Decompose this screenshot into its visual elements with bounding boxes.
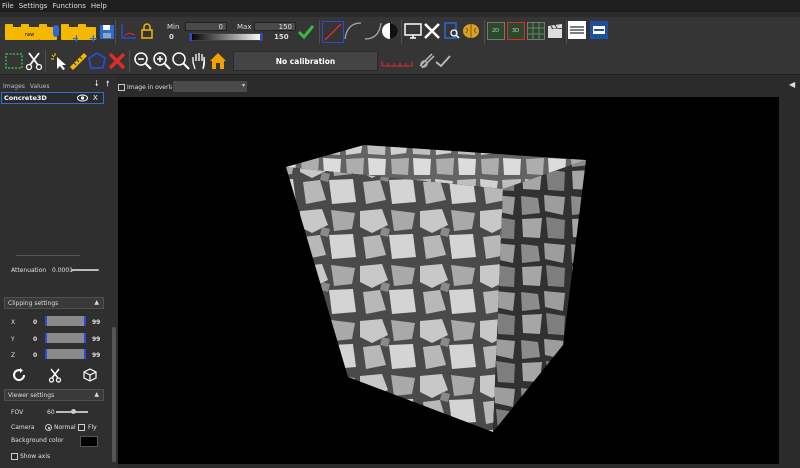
clapperboard-icon[interactable]	[545, 21, 567, 43]
add-folder-alt-icon[interactable]: +	[76, 21, 98, 44]
fov-label: FOV	[11, 409, 24, 416]
camera-normal-label: Normal	[54, 424, 76, 431]
range-low: 0	[169, 33, 174, 41]
max-value: 150	[278, 23, 292, 31]
attenuation-label: Attenuation	[11, 267, 47, 274]
view-2d-button[interactable]: 2D	[487, 22, 505, 40]
clip-x-min: 0	[33, 319, 38, 326]
fov-value: 60	[47, 409, 55, 416]
clip-scissors-icon[interactable]	[47, 367, 63, 383]
clipping-settings-title: Clipping settings	[8, 299, 59, 307]
layer-item[interactable]: Concrete3D	[1, 92, 104, 104]
attenuation-slider[interactable]	[71, 269, 99, 271]
layer-close-button[interactable]: X	[93, 94, 98, 102]
menu-help[interactable]: Help	[91, 2, 107, 10]
tab-images[interactable]: Images	[3, 83, 25, 90]
max-label: Max	[237, 23, 252, 31]
background-color-label: Background color	[11, 437, 64, 444]
clip-y-max: 99	[92, 336, 101, 343]
clip-y-slider[interactable]	[45, 333, 86, 343]
tools-icon[interactable]	[422, 21, 444, 43]
calibration-display: No calibration	[233, 51, 378, 71]
tools-toolbar: No calibration	[0, 47, 800, 75]
fov-slider-handle[interactable]	[71, 409, 76, 414]
move-down-icon[interactable]: 🠗	[95, 78, 98, 92]
view-3d-label: 3D	[512, 28, 520, 34]
min-value: 0	[218, 23, 223, 31]
clip-y-min: 0	[33, 336, 38, 343]
clip-z-label: Z	[11, 352, 16, 359]
gamma-curve-icon[interactable]	[343, 21, 365, 43]
menu-bar: File Settings Functions Help	[0, 0, 800, 12]
select-arrow-icon: ▾	[241, 82, 245, 89]
home-icon[interactable]	[207, 50, 229, 72]
main-toolbar: raw + + Min 0 Max 150 0 150 2D 3D	[0, 17, 800, 47]
camera-fly-label: Fly	[88, 424, 97, 431]
range-high-handle[interactable]	[260, 33, 262, 41]
camera-normal-radio[interactable]	[45, 424, 52, 431]
menu-functions[interactable]: Functions	[52, 2, 85, 10]
calibration-scale-icon[interactable]	[380, 50, 414, 72]
tab-values[interactable]: Values	[30, 83, 50, 90]
clip-z-slider[interactable]	[45, 349, 86, 359]
clip-x-slider[interactable]	[45, 316, 86, 326]
menu-settings[interactable]: Settings	[19, 2, 48, 10]
partner-logo-icon[interactable]	[568, 21, 586, 39]
reset-rotate-icon[interactable]	[11, 367, 27, 383]
range-low-handle[interactable]	[190, 33, 192, 41]
viewer-collapse-caret-icon: ▲	[94, 391, 99, 398]
background-color-swatch[interactable]	[80, 436, 98, 447]
clip-x-label: X	[11, 319, 16, 326]
image-overlay-checkbox[interactable]	[118, 84, 125, 91]
image-overlay-label: Image in overlay	[127, 84, 178, 91]
clipping-settings-header[interactable]: Clipping settings ▲	[4, 297, 104, 309]
menu-file[interactable]: File	[2, 2, 14, 10]
clip-y-label: Y	[11, 336, 15, 343]
apply-check-icon[interactable]	[296, 22, 318, 44]
panel-divider	[16, 255, 80, 256]
invert-contrast-icon[interactable]	[380, 21, 402, 43]
camera-fly-checkbox[interactable]	[78, 424, 85, 431]
overlay-select[interactable]: ▾	[172, 80, 248, 93]
3d-viewport[interactable]	[118, 97, 779, 464]
linear-curve-icon[interactable]	[322, 21, 344, 43]
side-scrollbar[interactable]	[112, 327, 116, 462]
move-up-icon[interactable]: 🠕	[106, 78, 109, 92]
max-field[interactable]: 150	[254, 22, 296, 31]
show-axis-checkbox[interactable]	[11, 453, 18, 460]
cube-icon[interactable]	[82, 367, 98, 383]
brain-icon[interactable]	[461, 21, 483, 43]
range-high: 150	[274, 33, 289, 41]
layer-name: Concrete3D	[4, 94, 47, 102]
volume-render	[286, 145, 586, 432]
viewer-settings-header[interactable]: Viewer settings ▲	[4, 389, 104, 401]
min-label: Min	[167, 23, 180, 31]
grid-view-icon[interactable]	[527, 22, 545, 40]
scissors-icon[interactable]	[23, 50, 45, 72]
collapse-caret-icon: ▲	[94, 299, 99, 306]
view-2d-label: 2D	[492, 28, 500, 34]
min-field[interactable]: 0	[185, 22, 227, 31]
cube-left-face	[286, 167, 503, 432]
collapse-panel-icon[interactable]: ◀	[789, 80, 795, 89]
intensity-range-slider[interactable]	[189, 33, 263, 41]
clip-x-max: 99	[92, 319, 101, 326]
company-logo-icon[interactable]	[590, 21, 608, 39]
camera-label: Camera	[11, 424, 35, 431]
viewer-settings-title: Viewer settings	[8, 391, 55, 399]
select-roi-icon[interactable]	[3, 50, 25, 72]
attenuation-value: 0.0001	[52, 267, 73, 274]
view-3d-button[interactable]: 3D	[507, 22, 525, 40]
show-axis-label: Show axis	[20, 453, 51, 460]
lock-icon[interactable]	[137, 21, 159, 43]
calibrate-check-icon[interactable]	[432, 50, 454, 72]
clip-z-max: 99	[92, 352, 101, 359]
polygon-icon[interactable]	[86, 50, 108, 72]
clip-z-min: 0	[33, 352, 38, 359]
visibility-eye-icon[interactable]	[77, 94, 88, 102]
side-tabs: Images Values	[3, 83, 52, 90]
delete-icon[interactable]	[106, 50, 128, 72]
open-stack-icon[interactable]	[37, 21, 59, 43]
